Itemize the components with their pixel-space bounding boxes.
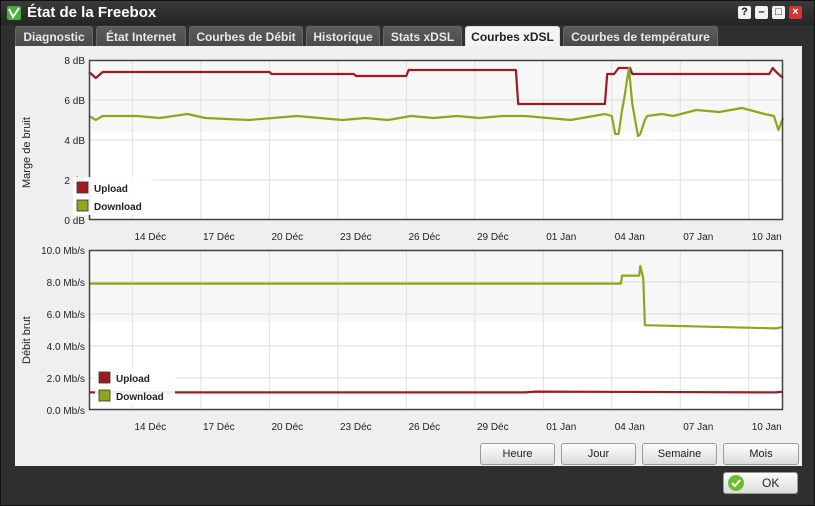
x-tick-label: 01 Jan	[546, 422, 576, 433]
x-tick-label: 14 Déc	[135, 422, 167, 433]
tab-diagnostic[interactable]: Diagnostic	[15, 26, 93, 46]
xdsl-curves-panel: 14 Déc 17 Déc 20 Déc 23 Déc 26 Déc 29 Déc 01 J…	[15, 46, 802, 466]
y-tick-label: 4.0 Mb/s	[47, 342, 85, 353]
noise-margin-axis-label: Marge de bruit	[21, 117, 33, 188]
x-tick-label: 20 Déc	[271, 422, 303, 433]
x-tick-label: 04 Jan	[615, 232, 645, 243]
legend-swatch-download	[76, 199, 89, 212]
x-tick-label: 29 Déc	[477, 422, 509, 433]
tab-courbes-debit[interactable]: Courbes de Débit	[189, 26, 303, 46]
y-tick-label: 0.0 Mb/s	[47, 406, 85, 417]
maximize-icon[interactable]: □	[772, 6, 785, 19]
x-tick-label: 10 Jan	[752, 422, 782, 433]
x-tick-label: 23 Déc	[340, 232, 372, 243]
y-tick-label: 0 dB	[64, 216, 85, 227]
close-icon[interactable]: ×	[789, 6, 802, 19]
ok-button-label: OK	[762, 476, 780, 490]
title-bar[interactable]: État de la Freebox ? – □ ×	[1, 1, 814, 25]
plot-area-shade	[89, 250, 783, 322]
x-tick-label: 26 Déc	[408, 232, 440, 243]
legend-label-upload: Upload	[94, 184, 128, 195]
tab-stats-xdsl[interactable]: Stats xDSL	[383, 26, 462, 46]
tab-courbes-xdsl[interactable]: Courbes xDSL	[465, 26, 560, 46]
x-tick-label: 07 Jan	[683, 422, 713, 433]
window-title: État de la Freebox	[27, 4, 157, 21]
legend-swatch-upload	[76, 181, 89, 194]
x-tick-label: 10 Jan	[752, 232, 782, 243]
legend-label-download: Download	[116, 392, 164, 403]
y-tick-label: 10.0 Mb/s	[41, 246, 85, 257]
x-tick-label: 29 Déc	[477, 232, 509, 243]
x-tick-label: 01 Jan	[546, 232, 576, 243]
checkmark-icon	[728, 475, 744, 491]
x-tick-label: 20 Déc	[271, 232, 303, 243]
y-tick-label: 8.0 Mb/s	[47, 278, 85, 289]
tab-courbes-temperature[interactable]: Courbes de température	[563, 26, 718, 46]
series-line-upload	[89, 390, 784, 394]
x-tick-label: 17 Déc	[203, 422, 235, 433]
x-tick-label: 26 Déc	[408, 422, 440, 433]
y-tick-label: 8 dB	[64, 56, 85, 67]
tab-historique[interactable]: Historique	[306, 26, 380, 46]
mois-button[interactable]: Mois	[723, 443, 799, 465]
x-tick-label: 23 Déc	[340, 422, 372, 433]
heure-button[interactable]: Heure	[480, 443, 555, 465]
x-tick-label: 04 Jan	[615, 422, 645, 433]
jour-button[interactable]: Jour	[561, 443, 636, 465]
freebox-app-icon	[7, 6, 21, 20]
legend-label-download: Download	[94, 202, 142, 213]
legend-swatch-upload	[98, 371, 111, 384]
legend-label-upload: Upload	[116, 374, 150, 385]
legend-swatch-download	[98, 389, 111, 402]
minimize-icon[interactable]: –	[755, 6, 768, 19]
help-icon[interactable]: ?	[738, 6, 751, 19]
y-tick-label: 4 dB	[64, 136, 85, 147]
x-tick-label: 07 Jan	[683, 232, 713, 243]
tab-etat-internet[interactable]: État Internet	[96, 26, 186, 46]
ok-button[interactable]: OK	[723, 472, 798, 494]
raw-rate-axis-label: Débit brut	[21, 316, 33, 364]
y-tick-label: 6 dB	[64, 96, 85, 107]
y-tick-label: 2.0 Mb/s	[47, 374, 85, 385]
freebox-status-window: État de la Freebox ? – □ × Diagnostic Ét…	[0, 0, 815, 506]
x-tick-label: 14 Déc	[135, 232, 167, 243]
x-tick-label: 17 Déc	[203, 232, 235, 243]
xdsl-charts: 14 Déc 17 Déc 20 Déc 23 Déc 26 Déc 29 Déc 01 J…	[41, 56, 785, 433]
y-tick-label: 6.0 Mb/s	[47, 310, 85, 321]
semaine-button[interactable]: Semaine	[642, 443, 717, 465]
